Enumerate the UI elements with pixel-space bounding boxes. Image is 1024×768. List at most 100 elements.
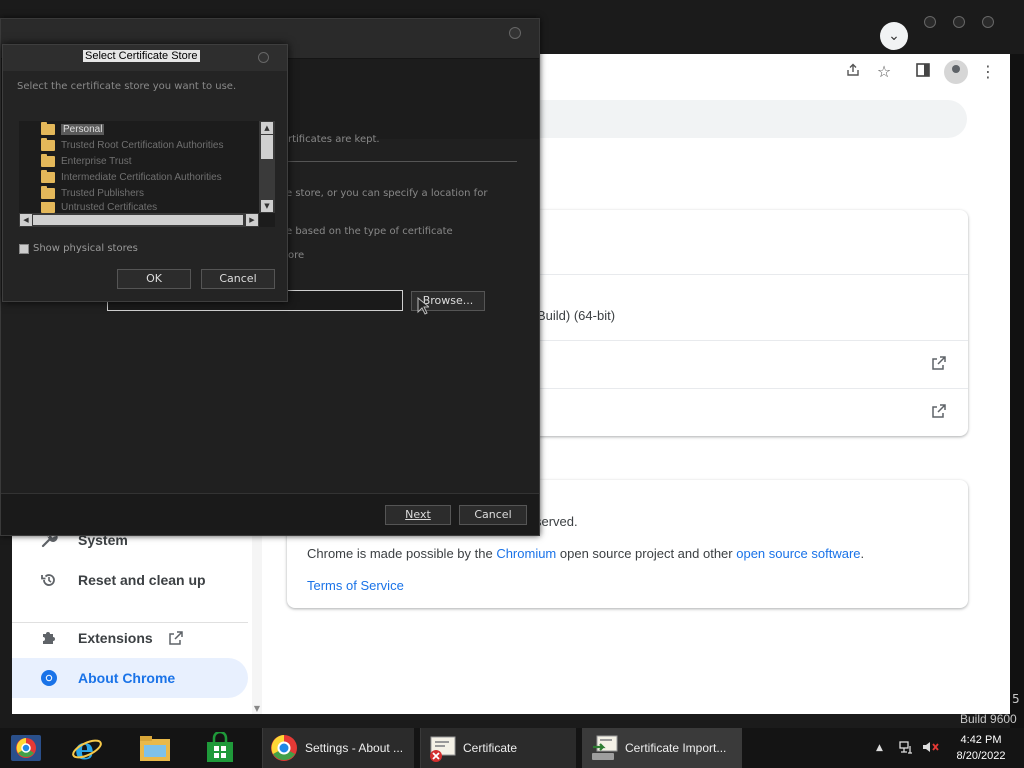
restore-icon <box>38 569 60 591</box>
auto-select-option-text[interactable]: e based on the type of certificate <box>286 226 453 237</box>
task-label: Certificate Import... <box>625 741 727 755</box>
tree-item-personal[interactable]: Personal <box>41 122 105 137</box>
made-prefix: Chrome is made possible by the <box>307 546 497 561</box>
divider <box>287 161 517 162</box>
dialog-prompt: Select the certificate store you want to… <box>17 81 237 92</box>
wizard-footer: Next Cancel <box>1 493 539 535</box>
tree-item-label: Trusted Root Certification Authorities <box>61 140 224 151</box>
scroll-down-arrow-icon[interactable]: ▼ <box>261 200 273 212</box>
made-middle: open source project and other <box>556 546 737 561</box>
next-button[interactable]: Next <box>385 505 451 525</box>
tree-item-label: Intermediate Certification Authorities <box>61 172 222 183</box>
store-kept-text: rtificates are kept. <box>288 134 380 145</box>
select-certificate-store-dialog: Select Certificate Store Select the cert… <box>2 44 288 302</box>
window-edge <box>1010 54 1024 728</box>
taskbar: e Settings - About ... Certificate Certi… <box>0 728 1024 768</box>
tree-horizontal-scrollbar[interactable]: ◀ ▶ <box>19 213 259 227</box>
tab-search-button[interactable]: ⌄ <box>880 22 908 50</box>
open-in-new-icon <box>165 627 187 649</box>
checkbox-label: Show physical stores <box>33 243 138 254</box>
tree-item-trusted-publishers[interactable]: Trusted Publishers <box>41 186 144 201</box>
chrome-toolbar: ☆ ⋮ <box>537 54 1010 90</box>
sidebar-item-label: About Chrome <box>78 670 176 686</box>
dialog-title: Select Certificate Store <box>83 50 200 62</box>
tree-item-untrusted[interactable]: Untrusted Certificates <box>41 202 157 213</box>
folder-icon <box>41 138 55 151</box>
tree-item-trusted-root[interactable]: Trusted Root Certification Authorities <box>41 138 223 153</box>
file-explorer-icon[interactable] <box>138 728 172 768</box>
chevron-down-icon: ⌄ <box>888 28 900 44</box>
task-label: Certificate <box>463 741 518 755</box>
task-label: Settings - About ... <box>305 741 404 755</box>
menu-icon[interactable]: ⋮ <box>978 62 998 82</box>
sidebar-item-about-chrome[interactable]: About Chrome <box>12 658 248 698</box>
terms-of-service-link[interactable]: Terms of Service <box>307 578 404 593</box>
certificate-import-icon <box>592 735 618 760</box>
tree-item-enterprise-trust[interactable]: Enterprise Trust <box>41 154 132 169</box>
tree-vertical-scrollbar[interactable]: ▲ ▼ <box>259 121 275 213</box>
sidebar-item-label: Extensions <box>78 630 153 646</box>
open-in-new-icon[interactable] <box>930 403 948 421</box>
scroll-right-arrow-icon[interactable]: ▶ <box>246 214 258 226</box>
folder-icon <box>41 202 55 213</box>
specify-location-text: e store, or you can specify a location f… <box>286 188 488 199</box>
folder-icon <box>41 186 55 199</box>
close-button[interactable] <box>982 16 994 28</box>
taskbar-clock[interactable]: 4:42 PM 8/20/2022 <box>944 732 1018 764</box>
close-button[interactable] <box>509 27 521 39</box>
minimize-button[interactable] <box>924 16 936 28</box>
folder-icon <box>41 170 55 183</box>
cancel-button[interactable]: Cancel <box>459 505 527 525</box>
made-suffix: . <box>860 546 865 561</box>
store-tree[interactable]: Personal Trusted Root Certification Auth… <box>19 121 275 227</box>
mouse-cursor-icon <box>417 297 429 315</box>
sidebar-item-extensions[interactable]: Extensions <box>12 618 248 658</box>
chromium-link[interactable]: Chromium <box>496 546 556 561</box>
ok-button[interactable]: OK <box>117 269 191 289</box>
pinned-chrome-desktop-icon[interactable] <box>8 728 44 768</box>
settings-sidebar: System Reset and clean up Extensions Abo… <box>12 526 252 716</box>
open-source-software-link[interactable]: open source software <box>736 546 860 561</box>
build-text: Build 9600 <box>960 712 1017 726</box>
sidebar-item-reset[interactable]: Reset and clean up <box>12 560 248 600</box>
folder-icon <box>41 122 55 135</box>
sidebar-icon[interactable] <box>913 62 933 82</box>
task-certificate-import[interactable]: Certificate Import... <box>582 728 742 768</box>
store-icon[interactable] <box>204 728 236 768</box>
tree-item-label: Untrusted Certificates <box>61 202 158 213</box>
share-icon[interactable] <box>843 62 863 82</box>
dialog-titlebar: Select Certificate Store <box>3 45 287 71</box>
puzzle-icon <box>38 627 60 649</box>
clock-date: 8/20/2022 <box>956 750 1006 762</box>
show-hidden-icons-icon[interactable]: ▲ <box>876 743 883 753</box>
checkbox-box[interactable] <box>19 243 29 254</box>
maximize-button[interactable] <box>953 16 965 28</box>
chrome-icon <box>271 735 297 761</box>
tree-item-label: Enterprise Trust <box>61 156 132 167</box>
divider <box>12 622 248 623</box>
scroll-thumb[interactable] <box>33 215 243 225</box>
certificate-error-icon <box>430 736 456 762</box>
show-physical-stores-checkbox[interactable]: Show physical stores <box>19 243 138 254</box>
close-button[interactable] <box>258 52 269 63</box>
tree-item-intermediate[interactable]: Intermediate Certification Authorities <box>41 170 222 185</box>
made-possible-text: Chrome is made possible by the Chromium … <box>307 546 864 561</box>
scroll-down-arrow-icon[interactable]: ▼ <box>252 704 262 714</box>
open-in-new-icon[interactable] <box>930 355 948 373</box>
cancel-button[interactable]: Cancel <box>201 269 275 289</box>
volume-muted-icon[interactable] <box>922 740 940 758</box>
network-icon[interactable] <box>898 740 914 758</box>
scroll-left-arrow-icon[interactable]: ◀ <box>20 214 32 226</box>
star-icon[interactable]: ☆ <box>874 62 894 82</box>
profile-avatar[interactable] <box>944 60 968 84</box>
folder-icon <box>41 154 55 167</box>
place-in-store-option-text[interactable]: ore <box>288 250 304 261</box>
sidebar-item-label: Reset and clean up <box>78 572 206 588</box>
tree-item-label: Personal <box>61 124 105 135</box>
task-certificate[interactable]: Certificate <box>420 728 576 768</box>
tree-item-label: Trusted Publishers <box>61 188 144 199</box>
internet-explorer-icon[interactable]: e <box>70 728 104 768</box>
scroll-up-arrow-icon[interactable]: ▲ <box>261 122 273 134</box>
scroll-thumb[interactable] <box>261 135 273 159</box>
task-settings-chrome[interactable]: Settings - About ... <box>262 728 414 768</box>
